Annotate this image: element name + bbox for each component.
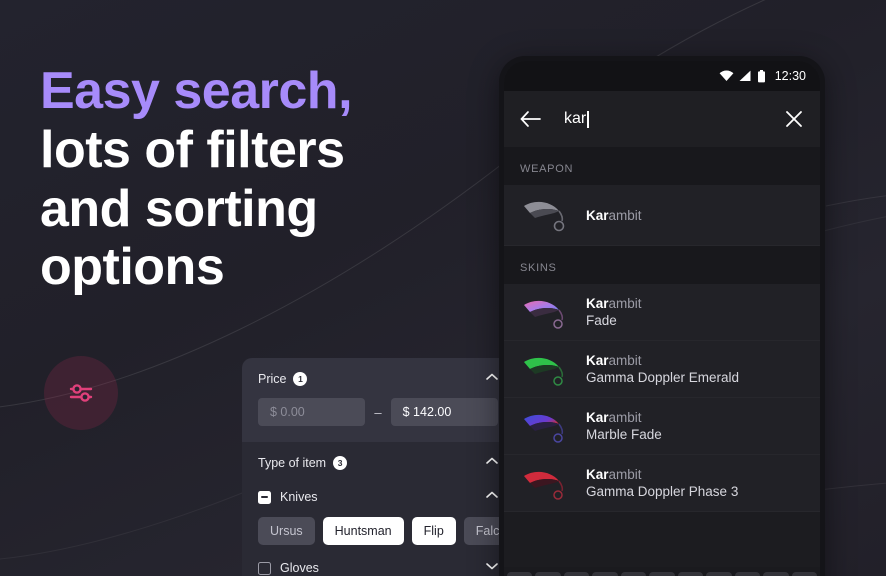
phone-mockup: 12:30 kar WEAPON Karambit SKINS Karambit… — [499, 56, 825, 576]
text-cursor — [587, 110, 589, 128]
status-bar: 12:30 — [504, 61, 820, 91]
wifi-icon — [719, 70, 734, 81]
type-of-item-label: Type of item — [258, 456, 327, 470]
list-item-title: Karambit — [586, 208, 642, 223]
list-item-subtitle: Marble Fade — [586, 427, 662, 442]
status-bar-clock: 12:30 — [774, 69, 806, 83]
key-8[interactable]: 8 — [706, 572, 732, 576]
price-range-separator: – — [374, 404, 382, 420]
price-label: Price — [258, 372, 287, 386]
search-input-value: kar — [564, 110, 587, 127]
title-rest: ambit — [608, 467, 642, 482]
headline-line-4: options — [40, 238, 225, 297]
key-4[interactable]: 4 — [592, 572, 618, 576]
key-5[interactable]: 5 — [620, 572, 647, 576]
price-min-input[interactable]: $ 0.00 — [258, 398, 366, 426]
list-item-text: Karambit Marble Fade — [586, 410, 662, 442]
filter-sliders-icon — [69, 384, 93, 402]
filter-group-knives[interactable]: Knives — [258, 490, 498, 504]
filter-group-gloves[interactable]: Gloves — [258, 561, 498, 575]
headline-line-3: and sorting — [40, 179, 318, 238]
match-highlight: Kar — [586, 410, 609, 425]
title-rest: ambit — [608, 410, 642, 425]
key-1[interactable]: 1 — [507, 572, 533, 576]
filter-section-price: Price 1 $ 0.00 – $ 142.00 — [242, 358, 514, 442]
list-item-subtitle: Gamma Doppler Emerald — [586, 370, 740, 385]
match-highlight: Kar — [586, 353, 609, 368]
chip-ursus[interactable]: Ursus — [258, 517, 315, 545]
list-item[interactable]: Karambit — [504, 185, 820, 246]
close-icon[interactable] — [784, 109, 804, 129]
list-item-subtitle: Fade — [586, 313, 617, 328]
karambit-knife-icon — [520, 195, 572, 235]
filter-section-type-of-item: Type of item 3 Knives Ursus Huntsman Fli… — [242, 442, 514, 576]
promo-screenshot: Easy search, lots of filters and sorting… — [0, 0, 886, 576]
list-item[interactable]: Karambit Fade — [504, 284, 820, 341]
title-rest: ambit — [608, 296, 642, 311]
key-7[interactable]: 7 — [677, 572, 704, 576]
karambit-knife-icon — [520, 292, 572, 332]
section-header-skins: SKINS — [504, 246, 820, 284]
chevron-up-icon[interactable] — [486, 491, 498, 499]
title-rest: ambit — [608, 207, 642, 223]
section-header-weapon: WEAPON — [504, 147, 820, 185]
page-title: Easy search, lots of filters and sorting… — [40, 62, 460, 297]
chip-huntsman[interactable]: Huntsman — [322, 517, 404, 545]
on-screen-keyboard: 1 2 3 4 5 6 7 8 9 0 № — [504, 567, 820, 576]
key-9[interactable]: 9 — [734, 572, 761, 576]
list-item-title: Karambit — [586, 467, 738, 482]
back-arrow-icon[interactable] — [520, 110, 542, 128]
list-item-title: Karambit — [586, 353, 739, 368]
price-header[interactable]: Price 1 — [258, 372, 498, 386]
list-item-title: Karambit — [586, 410, 662, 425]
key-2[interactable]: 2 — [535, 572, 561, 576]
chevron-up-icon[interactable] — [486, 373, 498, 381]
knives-chip-list: Ursus Huntsman Flip Falchion — [258, 517, 514, 545]
key-0[interactable]: 0 — [763, 572, 789, 576]
key-numero[interactable]: № — [791, 572, 817, 576]
chevron-up-icon[interactable] — [486, 457, 498, 465]
signal-icon — [739, 70, 751, 81]
chip-flip[interactable]: Flip — [411, 517, 456, 545]
price-range-row: $ 0.00 – $ 142.00 — [258, 398, 499, 426]
list-item-text: Karambit Fade — [586, 296, 642, 328]
karambit-knife-icon — [520, 406, 572, 446]
match-highlight: Kar — [586, 467, 609, 482]
list-item[interactable]: Karambit Gamma Doppler Phase 3 — [504, 455, 820, 512]
list-item-subtitle: Gamma Doppler Phase 3 — [586, 484, 739, 499]
key-3[interactable]: 3 — [563, 572, 590, 576]
headline-line-2: lots of filters — [40, 120, 345, 179]
list-item[interactable]: Karambit Marble Fade — [504, 398, 820, 455]
list-item-text: Karambit Gamma Doppler Phase 3 — [586, 467, 738, 499]
price-max-input[interactable]: $ 142.00 — [390, 398, 499, 426]
headline-line-1: Easy search, — [40, 62, 353, 120]
checkbox-unchecked-icon[interactable] — [258, 561, 271, 575]
list-item[interactable]: Karambit Gamma Doppler Emerald — [504, 341, 820, 398]
list-item-title: Karambit — [586, 296, 642, 311]
filter-group-knives-label: Knives — [280, 490, 318, 504]
list-item-text: Karambit — [586, 208, 642, 223]
karambit-knife-icon — [520, 349, 572, 389]
battery-icon — [757, 69, 765, 82]
phone-screen: 12:30 kar WEAPON Karambit SKINS Karambit… — [504, 61, 820, 576]
match-highlight: Kar — [586, 296, 609, 311]
type-of-item-header[interactable]: Type of item 3 — [258, 456, 498, 470]
filter-panel: Price 1 $ 0.00 – $ 142.00 Type of item 3 — [242, 358, 514, 576]
checkbox-indeterminate-icon[interactable] — [258, 490, 271, 504]
filter-group-gloves-label: Gloves — [280, 561, 319, 575]
karambit-knife-icon — [520, 463, 572, 503]
search-input[interactable]: kar — [564, 110, 784, 128]
title-rest: ambit — [608, 353, 642, 368]
chevron-down-icon[interactable] — [486, 562, 498, 570]
filter-badge — [44, 356, 118, 430]
match-highlight: Kar — [586, 207, 609, 223]
price-count-badge: 1 — [293, 372, 308, 386]
search-bar: kar — [504, 91, 820, 147]
type-of-item-count-badge: 3 — [333, 456, 348, 470]
list-item-text: Karambit Gamma Doppler Emerald — [586, 353, 739, 385]
key-6[interactable]: 6 — [649, 572, 675, 576]
